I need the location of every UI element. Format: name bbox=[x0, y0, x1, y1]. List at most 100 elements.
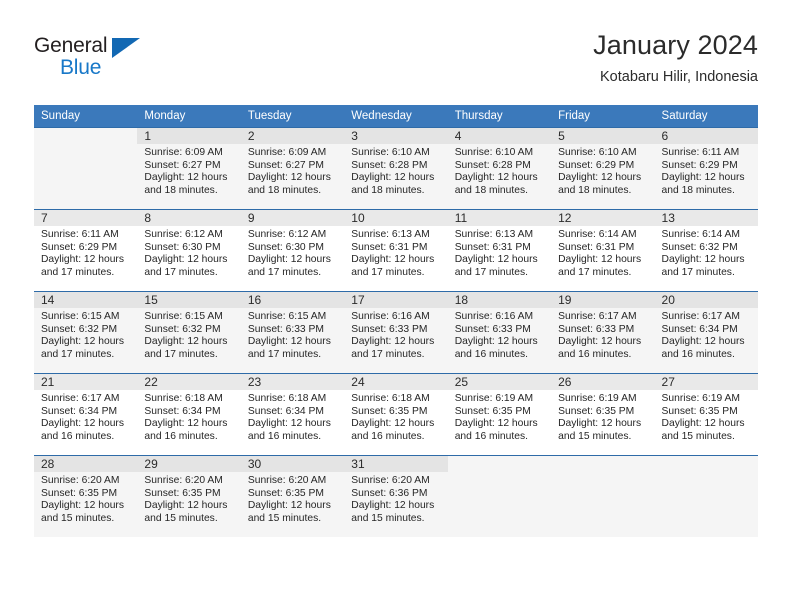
day-sunrise-line: Sunrise: 6:20 AM bbox=[41, 475, 120, 486]
day-sunset-line: Sunset: 6:35 PM bbox=[454, 405, 531, 417]
calendar-day-cell[interactable]: 29 Sunrise: 6:20 AM Sunset: 6:35 PM Dayligh… bbox=[137, 455, 241, 537]
calendar-day-cell[interactable]: 23 Sunrise: 6:18 AM Sunset: 6:34 PM Dayligh… bbox=[240, 373, 345, 456]
day-sunrise-line: Sunrise: 6:16 AM bbox=[351, 311, 430, 322]
calendar-day-cell[interactable]: 14 Sunrise: 6:15 AM Sunset: 6:32 PM Dayligh… bbox=[34, 291, 138, 374]
day-daylight-line: Daylight: 12 hours bbox=[661, 172, 745, 184]
title-block: January 2024 Kotabaru Hilir, Indonesia bbox=[593, 28, 758, 87]
day-sunrise-line: Sunrise: 6:18 AM bbox=[144, 393, 223, 404]
calendar-day-cell[interactable]: 22 Sunrise: 6:18 AM Sunset: 6:34 PM Dayligh… bbox=[137, 373, 241, 456]
day-daylight-line: Daylight: 12 hours bbox=[661, 336, 745, 348]
day-details: Sunrise: 6:12 AM Sunset: 6:30 PM Daylight:… bbox=[137, 226, 240, 279]
calendar-day-cell[interactable]: 3 Sunrise: 6:10 AM Sunset: 6:28 PM Daylight… bbox=[344, 127, 448, 210]
day-sunrise-line: Sunrise: 6:15 AM bbox=[247, 311, 327, 322]
weekday-header-tuesday: Tuesday bbox=[240, 105, 345, 128]
day-details: Sunrise: 6:14 AM Sunset: 6:32 PM Daylight:… bbox=[655, 226, 758, 279]
day-details: Sunrise: 6:09 AM Sunset: 6:27 PM Daylight:… bbox=[241, 144, 344, 197]
day-sunset-line: Sunset: 6:34 PM bbox=[144, 405, 221, 417]
calendar-day-cell[interactable]: 21 Sunrise: 6:17 AM Sunset: 6:34 PM Dayligh… bbox=[34, 373, 138, 456]
calendar-day-cell[interactable]: 8 Sunrise: 6:12 AM Sunset: 6:30 PM Daylight… bbox=[137, 209, 241, 292]
calendar-day-cell[interactable]: 5 Sunrise: 6:10 AM Sunset: 6:29 PM Daylight… bbox=[551, 127, 655, 210]
day-number: 7 bbox=[34, 210, 138, 226]
day-details: Sunrise: 6:20 AM Sunset: 6:35 PM Daylight:… bbox=[241, 472, 344, 525]
day-daylight-line: and 15 minutes. bbox=[247, 512, 322, 524]
day-daylight-line: Daylight: 12 hours bbox=[558, 418, 642, 430]
calendar-day-cell[interactable]: 26 Sunrise: 6:19 AM Sunset: 6:35 PM Dayligh… bbox=[551, 373, 655, 456]
day-sunset-line: Sunset: 6:35 PM bbox=[351, 405, 428, 417]
day-daylight-line: Daylight: 12 hours bbox=[661, 418, 745, 430]
day-daylight-line: and 18 minutes. bbox=[661, 184, 735, 196]
day-sunset-line: Sunset: 6:31 PM bbox=[558, 241, 635, 253]
day-daylight-line: and 15 minutes. bbox=[661, 430, 735, 442]
day-sunset-line: Sunset: 6:27 PM bbox=[144, 159, 221, 171]
calendar-day-cell[interactable]: 16 Sunrise: 6:15 AM Sunset: 6:33 PM Dayligh… bbox=[240, 291, 345, 374]
day-sunrise-line: Sunrise: 6:20 AM bbox=[351, 475, 430, 486]
day-sunrise-line: Sunrise: 6:17 AM bbox=[558, 311, 637, 322]
day-daylight-line: and 15 minutes. bbox=[144, 512, 218, 524]
calendar-day-cell[interactable]: 15 Sunrise: 6:15 AM Sunset: 6:32 PM Dayligh… bbox=[137, 291, 241, 374]
day-number: 29 bbox=[137, 456, 241, 472]
calendar-day-cell-empty bbox=[34, 127, 138, 210]
day-daylight-line: and 18 minutes. bbox=[351, 184, 425, 196]
day-sunrise-line: Sunrise: 6:20 AM bbox=[144, 475, 223, 486]
weekday-header-monday: Monday bbox=[137, 105, 241, 128]
calendar-day-cell[interactable]: 4 Sunrise: 6:10 AM Sunset: 6:28 PM Daylight… bbox=[447, 127, 552, 210]
day-details: Sunrise: 6:20 AM Sunset: 6:35 PM Daylight:… bbox=[137, 472, 240, 525]
calendar-week-row: 1 Sunrise: 6:09 AM Sunset: 6:27 PM Daylight… bbox=[34, 127, 758, 210]
calendar-day-cell[interactable]: 17 Sunrise: 6:16 AM Sunset: 6:33 PM Dayligh… bbox=[344, 291, 448, 374]
day-sunrise-line: Sunrise: 6:10 AM bbox=[454, 147, 534, 158]
calendar-day-cell[interactable]: 20 Sunrise: 6:17 AM Sunset: 6:34 PM Dayligh… bbox=[654, 291, 758, 374]
day-daylight-line: Daylight: 12 hours bbox=[41, 336, 124, 348]
day-sunrise-line: Sunrise: 6:11 AM bbox=[661, 147, 740, 158]
calendar-day-cell[interactable]: 27 Sunrise: 6:19 AM Sunset: 6:35 PM Dayligh… bbox=[654, 373, 758, 456]
day-sunset-line: Sunset: 6:29 PM bbox=[661, 159, 738, 171]
day-number: 23 bbox=[240, 374, 345, 390]
calendar-day-cell[interactable]: 28 Sunrise: 6:20 AM Sunset: 6:35 PM Dayligh… bbox=[34, 455, 138, 537]
day-daylight-line: Daylight: 12 hours bbox=[41, 254, 124, 266]
day-sunrise-line: Sunrise: 6:19 AM bbox=[454, 393, 534, 404]
generalblue-logo[interactable]: General Blue bbox=[34, 34, 154, 84]
day-daylight-line: Daylight: 12 hours bbox=[454, 418, 538, 430]
day-daylight-line: Daylight: 12 hours bbox=[351, 254, 435, 266]
day-daylight-line: Daylight: 12 hours bbox=[144, 254, 228, 266]
calendar-header-row: Sunday Monday Tuesday Wednesday Thursday… bbox=[34, 105, 758, 128]
calendar-day-cell[interactable]: 13 Sunrise: 6:14 AM Sunset: 6:32 PM Dayligh… bbox=[654, 209, 758, 292]
calendar-week-row: 21 Sunrise: 6:17 AM Sunset: 6:34 PM Dayligh… bbox=[34, 373, 758, 456]
calendar-day-cell[interactable]: 12 Sunrise: 6:14 AM Sunset: 6:31 PM Dayligh… bbox=[551, 209, 655, 292]
day-daylight-line: Daylight: 12 hours bbox=[351, 172, 435, 184]
calendar-day-cell[interactable]: 11 Sunrise: 6:13 AM Sunset: 6:31 PM Dayligh… bbox=[447, 209, 552, 292]
day-daylight-line: Daylight: 12 hours bbox=[247, 172, 331, 184]
calendar-day-cell[interactable]: 24 Sunrise: 6:18 AM Sunset: 6:35 PM Dayligh… bbox=[344, 373, 448, 456]
day-details: Sunrise: 6:20 AM Sunset: 6:35 PM Daylight:… bbox=[34, 472, 137, 525]
calendar-day-cell[interactable]: 19 Sunrise: 6:17 AM Sunset: 6:33 PM Dayligh… bbox=[551, 291, 655, 374]
day-sunrise-line: Sunrise: 6:15 AM bbox=[144, 311, 223, 322]
day-details: Sunrise: 6:16 AM Sunset: 6:33 PM Daylight:… bbox=[344, 308, 447, 361]
calendar-day-cell[interactable]: 1 Sunrise: 6:09 AM Sunset: 6:27 PM Daylight… bbox=[137, 127, 241, 210]
calendar-day-cell[interactable]: 25 Sunrise: 6:19 AM Sunset: 6:35 PM Dayligh… bbox=[447, 373, 552, 456]
day-details: Sunrise: 6:19 AM Sunset: 6:35 PM Daylight:… bbox=[551, 390, 654, 443]
day-details: Sunrise: 6:15 AM Sunset: 6:33 PM Daylight:… bbox=[241, 308, 344, 361]
day-daylight-line: Daylight: 12 hours bbox=[247, 418, 331, 430]
calendar-day-cell[interactable]: 10 Sunrise: 6:13 AM Sunset: 6:31 PM Dayligh… bbox=[344, 209, 448, 292]
calendar-week-row: 14 Sunrise: 6:15 AM Sunset: 6:32 PM Dayligh… bbox=[34, 291, 758, 374]
day-daylight-line: and 16 minutes. bbox=[454, 430, 528, 442]
day-daylight-line: Daylight: 12 hours bbox=[144, 336, 228, 348]
day-details: Sunrise: 6:16 AM Sunset: 6:33 PM Daylight:… bbox=[448, 308, 551, 361]
calendar-day-cell[interactable]: 9 Sunrise: 6:12 AM Sunset: 6:30 PM Daylight… bbox=[240, 209, 345, 292]
calendar-day-cell[interactable]: 31 Sunrise: 6:20 AM Sunset: 6:36 PM Dayligh… bbox=[344, 455, 448, 537]
page-header: General Blue January 2024 Kotabaru Hilir… bbox=[0, 0, 792, 100]
calendar-day-cell[interactable]: 30 Sunrise: 6:20 AM Sunset: 6:35 PM Dayligh… bbox=[240, 455, 345, 537]
day-details: Sunrise: 6:15 AM Sunset: 6:32 PM Daylight:… bbox=[137, 308, 240, 361]
calendar-day-cell[interactable]: 6 Sunrise: 6:11 AM Sunset: 6:29 PM Daylight… bbox=[654, 127, 758, 210]
day-daylight-line: Daylight: 12 hours bbox=[41, 418, 124, 430]
day-daylight-line: Daylight: 12 hours bbox=[247, 500, 331, 512]
calendar-week-row: 7 Sunrise: 6:11 AM Sunset: 6:29 PM Daylight… bbox=[34, 209, 758, 292]
day-sunset-line: Sunset: 6:35 PM bbox=[558, 405, 635, 417]
day-sunset-line: Sunset: 6:29 PM bbox=[558, 159, 635, 171]
calendar-day-cell[interactable]: 7 Sunrise: 6:11 AM Sunset: 6:29 PM Daylight… bbox=[34, 209, 138, 292]
calendar-day-cell[interactable]: 18 Sunrise: 6:16 AM Sunset: 6:33 PM Dayligh… bbox=[447, 291, 552, 374]
day-daylight-line: and 17 minutes. bbox=[351, 348, 425, 360]
calendar-day-cell[interactable]: 2 Sunrise: 6:09 AM Sunset: 6:27 PM Daylight… bbox=[240, 127, 345, 210]
day-sunrise-line: Sunrise: 6:09 AM bbox=[144, 147, 223, 158]
calendar-day-cell-empty bbox=[654, 455, 758, 537]
weekday-header-sunday: Sunday bbox=[34, 105, 138, 128]
